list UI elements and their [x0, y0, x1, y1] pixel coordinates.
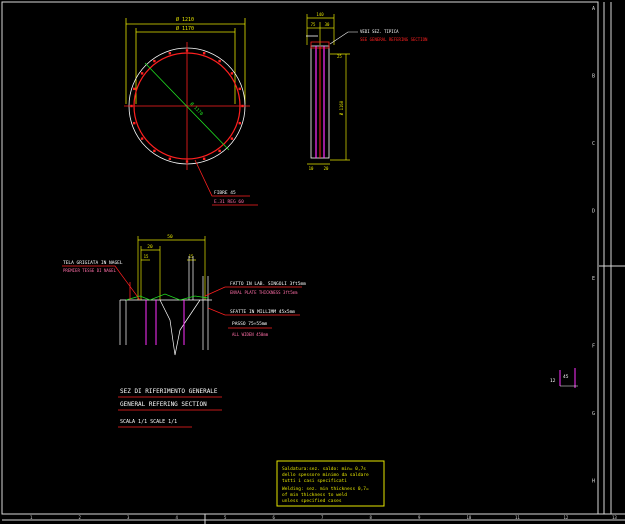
detail-view: 50 20 15 15 TELA GRIGIATA IN NAGEL PREMI… [62, 234, 306, 356]
section-top-dim-text: 140 [316, 12, 324, 17]
frame-letter: H [592, 479, 595, 485]
detail-dim-mid-text: 20 [147, 244, 153, 250]
frame-number: 1 [30, 515, 33, 520]
weld-note-line2: dello spessore minimo da saldare [282, 472, 369, 478]
diag-dim-text: Ø 1170 [189, 101, 206, 118]
ring-bolt [133, 87, 136, 91]
plan-view: Ø 1210 Ø 1170 Ø 1170 FIBRE 45 E.31 REG 6… [124, 16, 258, 206]
title-scale: SCALA 1/1 SCALE 1/1 [120, 419, 177, 425]
frame-number: 4 [176, 515, 179, 520]
frame-number: 5 [224, 515, 227, 520]
ring-bolt [238, 121, 241, 125]
detail-label-r2-it: SFATTE IN MILLIMM 45x5mm [230, 309, 295, 315]
plan-callout-line2: E.31 REG 60 [214, 199, 244, 205]
ring-bolt [140, 137, 144, 140]
weld-note-line3: tutti i casi specificati [282, 478, 347, 484]
frame-number: 10 [467, 515, 472, 520]
ring-bolt [202, 52, 206, 55]
detail-label-top-it: TELA GRIGIATA IN NAGEL [63, 260, 123, 266]
frame-number: 9 [418, 515, 421, 520]
section-bottom-dim-a-text: 10 [309, 166, 314, 171]
frame-letter: F [592, 344, 595, 350]
title-english: GENERAL REFERING SECTION [120, 401, 207, 408]
section-sub-dim-b-text: 30 [325, 22, 330, 27]
ring-bolt [218, 149, 221, 153]
ring-bolt [238, 87, 241, 91]
frame-number: 6 [273, 515, 276, 520]
ring-bolt [168, 157, 172, 160]
weld-note-line5: of min thickness to weld [282, 492, 347, 498]
ring-bolt [168, 52, 172, 55]
inner-dim-text: Ø 1170 [176, 25, 194, 32]
detail-label-top-en: PREMIER TESSE DI NAGEL [63, 268, 117, 273]
detail-label-r1-en: ENVAL PLATE THICKNESS 3ft5mm [230, 290, 298, 295]
outer-dim-text: Ø 1210 [176, 16, 194, 23]
detail-label-r1-it: FATTO IN LAB. SINGOLI 3ft5mm [230, 281, 306, 287]
detail-weld-shape [159, 299, 201, 356]
ring-bolt [230, 137, 234, 140]
ring-bolt [133, 121, 136, 125]
section-note-en: SEE GENERAL REFERING SECTION [360, 37, 428, 42]
ring-bolt [140, 72, 144, 75]
frame-bottom-numbers: 123456789101112131415 [30, 515, 617, 520]
frame-letter: G [592, 411, 595, 417]
plan-callout-line1: FIBRE 45 [214, 190, 236, 196]
frame-right-letters: A B C D E F G H [592, 6, 595, 485]
weld-symbol-right: 45 [563, 374, 569, 380]
ring-bolt [218, 59, 221, 63]
frame-number: 2 [79, 515, 82, 520]
detail-dim-left-text: 15 [144, 254, 149, 259]
section-side-dim-text: 25 [337, 54, 342, 59]
ring-bolt [153, 149, 156, 153]
weld-note-line1: Saldatura:sez. saldo: min= 0,7s [282, 466, 366, 472]
frame-letter: C [592, 141, 595, 147]
section-view: 140 75 30 25 Ø 1160 10 20 VEDI SEZ. TIPI… [306, 12, 428, 171]
frame-letter: D [592, 209, 595, 215]
weld-note-line6: unless specified cases [282, 498, 342, 504]
ring-bolt [202, 157, 206, 160]
frame-letter: E [592, 276, 595, 282]
ring-bolt [230, 72, 234, 75]
title-italian: SEZ DI RIFERIMENTO GENERALE [120, 388, 218, 395]
section-bottom-dim-b-text: 20 [324, 166, 329, 171]
frame-inner-border [1, 1, 599, 515]
frame-number: 3 [127, 515, 130, 520]
frame-number: 11 [515, 515, 520, 520]
frame-number: 13 [612, 515, 617, 520]
detail-label-r3-it: PASSO 75÷55mm [232, 321, 268, 327]
section-height-dim-text: Ø 1160 [339, 100, 344, 115]
weld-note-line4: Welding: sez. min thickness 0,7= [282, 486, 369, 492]
section-title-block: SEZ DI RIFERIMENTO GENERALE GENERAL REFE… [118, 388, 222, 428]
frame-number: 12 [564, 515, 569, 520]
weld-symbol-left: 12 [550, 378, 556, 384]
frame-letter: A [592, 6, 595, 12]
weld-symbol: 12 45 [550, 368, 578, 388]
frame-number: 7 [321, 515, 324, 520]
detail-label-r3-en: ALL WIDEN 450mm [232, 332, 269, 337]
frame-letter: B [592, 74, 595, 80]
ring-bolt [153, 59, 156, 63]
section-sub-dim-a-text: 75 [311, 22, 316, 27]
section-note-it: VEDI SEZ. TIPICA [360, 29, 399, 34]
cad-drawing-canvas: ABCDEFGH 123456789101112131415 Ø 1210 Ø … [1, 1, 625, 524]
detail-dim-total-text: 50 [167, 234, 173, 240]
weld-note-box: Saldatura:sez. saldo: min= 0,7s dello sp… [276, 460, 385, 507]
frame-number: 8 [370, 515, 373, 520]
